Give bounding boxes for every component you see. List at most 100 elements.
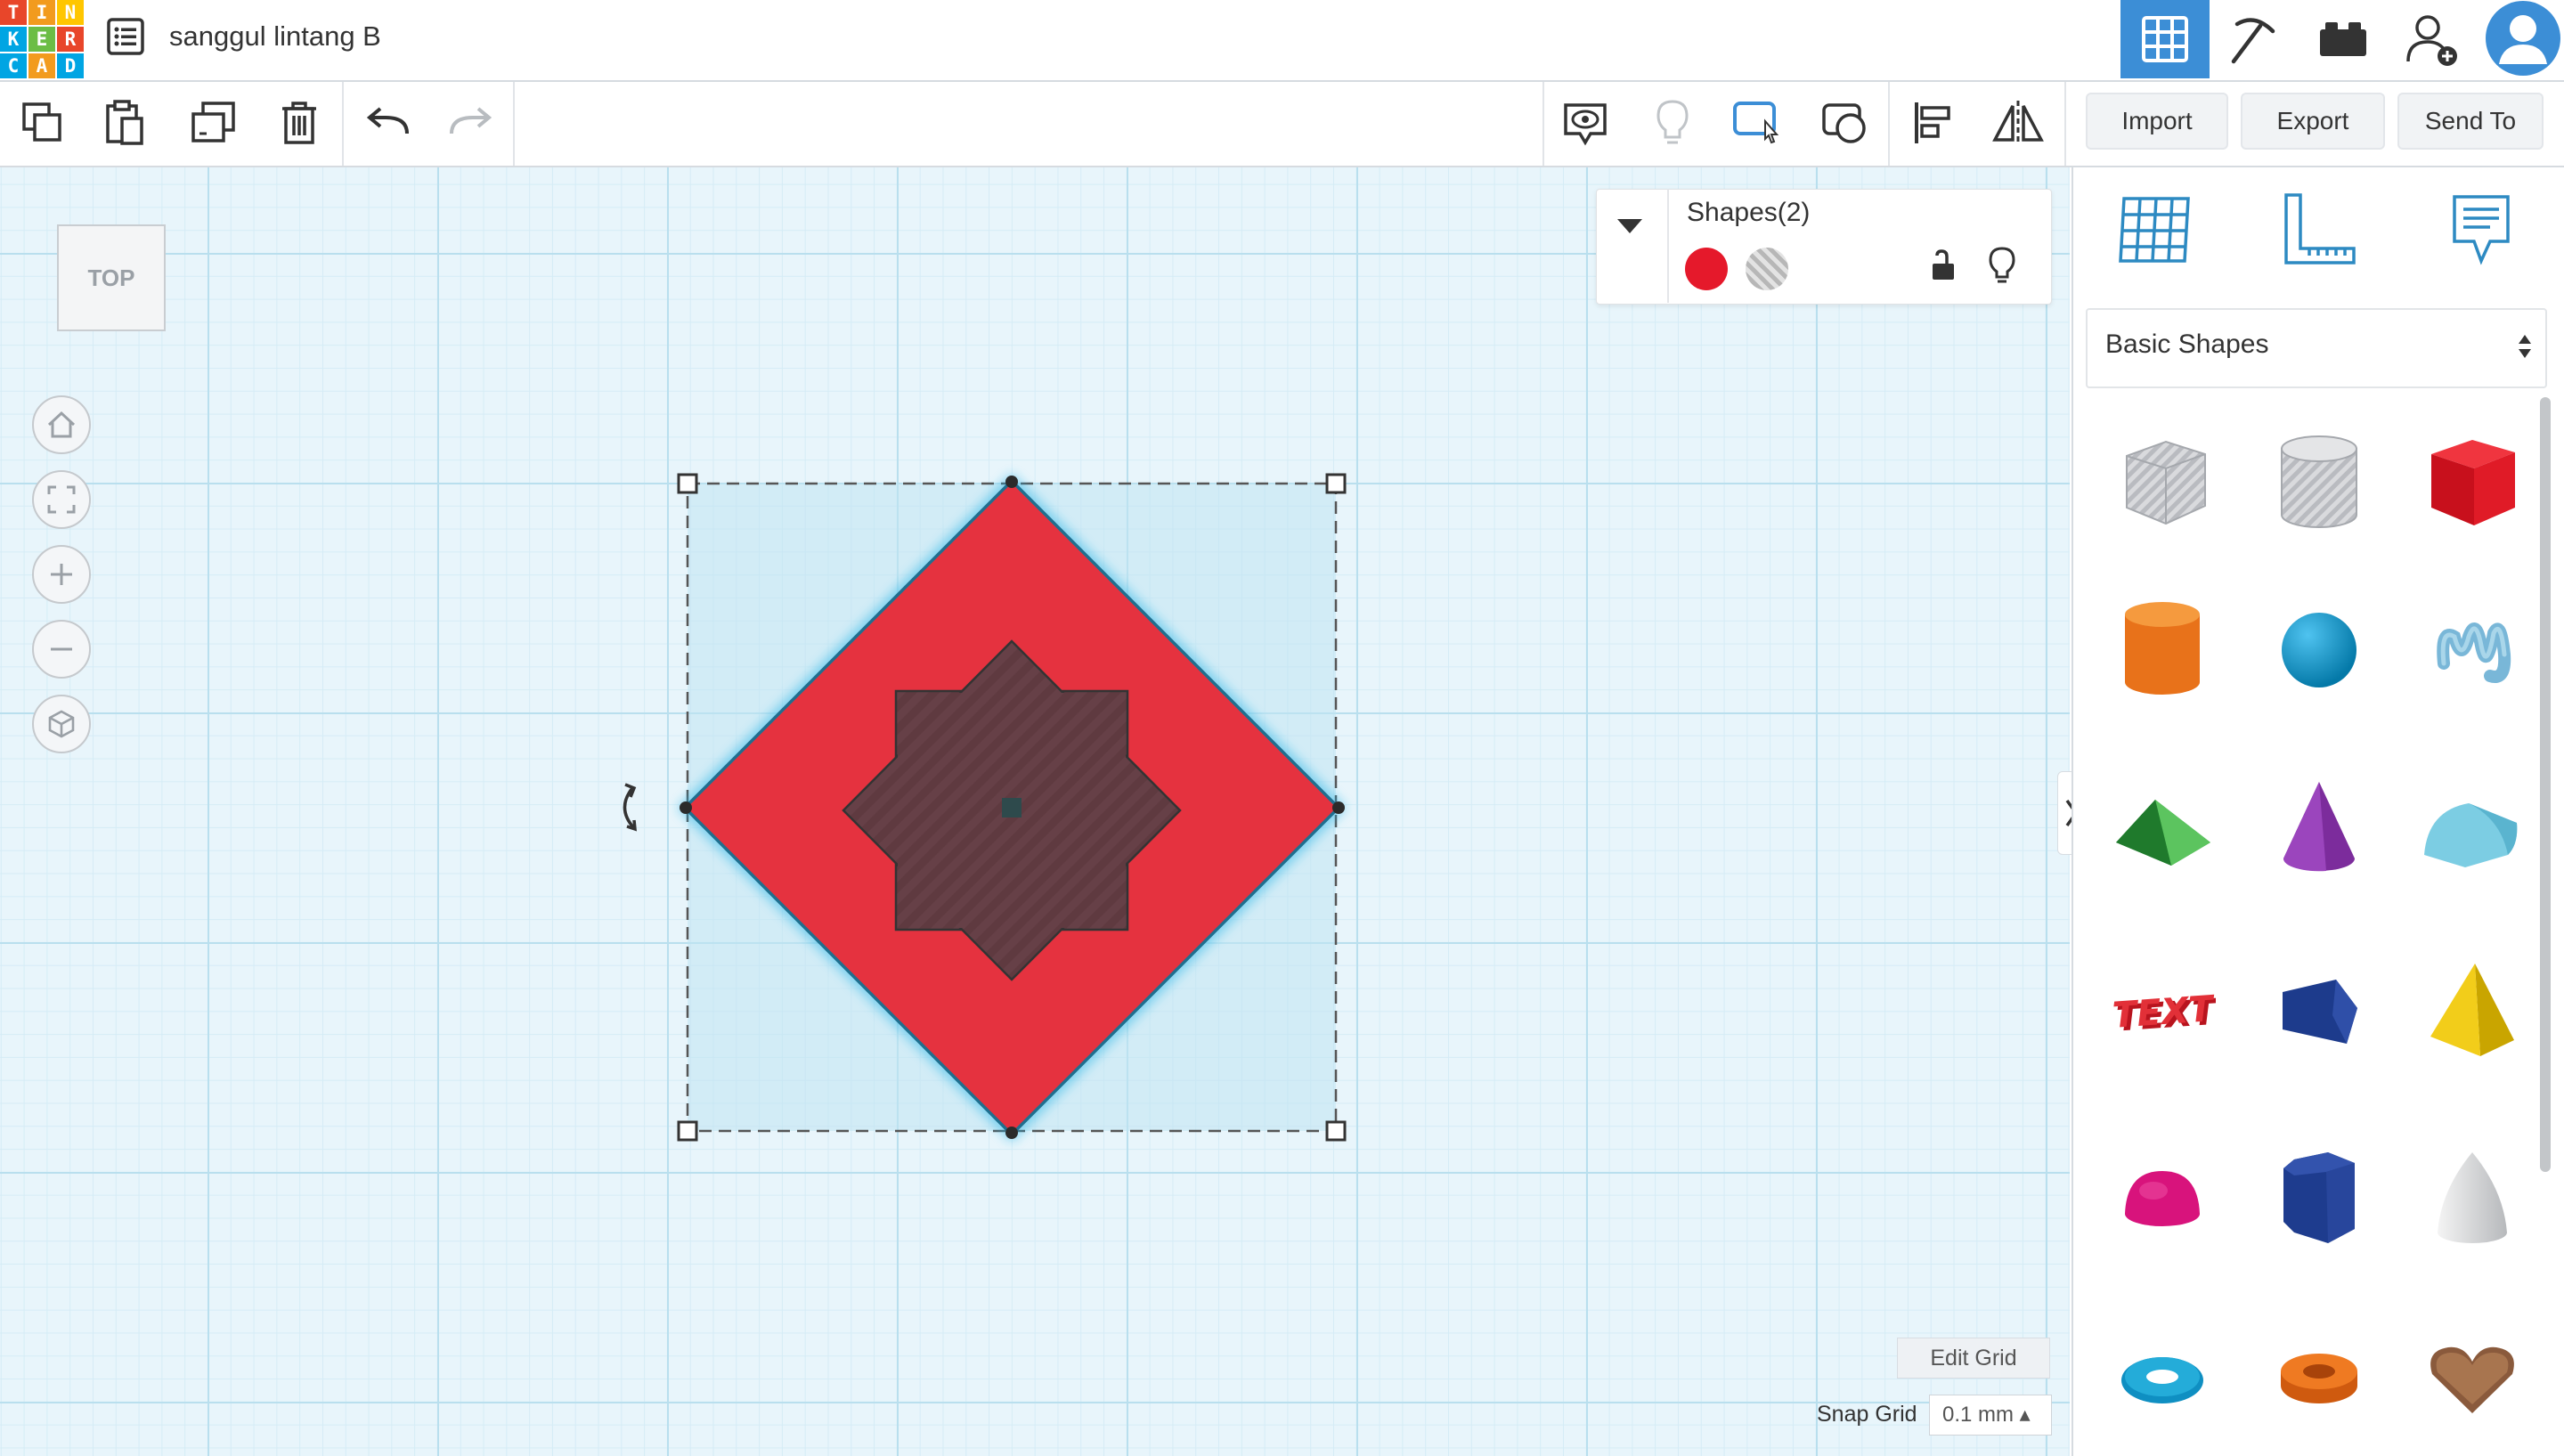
- half-sphere-shape[interactable]: [2100, 1136, 2225, 1261]
- logo-letter: T: [0, 0, 27, 25]
- perspective-button[interactable]: [32, 695, 91, 753]
- green-roof-icon: [2116, 800, 2210, 866]
- shape-category-label: Basic Shapes: [2105, 329, 2269, 359]
- ungroup-icon: [1822, 103, 1866, 143]
- send-to-button[interactable]: Send To: [2397, 93, 2544, 150]
- add-user-icon: [2406, 15, 2457, 66]
- invite-user-button[interactable]: [2388, 0, 2477, 78]
- blue-sphere-icon: [2282, 613, 2356, 687]
- snap-grid-select[interactable]: 0.1 mm ▴: [1929, 1395, 2052, 1436]
- ruler-icon: [2284, 193, 2356, 264]
- user-avatar[interactable]: [2481, 0, 2564, 77]
- round-roof-shape[interactable]: [2410, 766, 2535, 891]
- polygon-shape[interactable]: [2257, 949, 2381, 1074]
- undo-icon: [366, 107, 409, 134]
- 3d-design-view-button[interactable]: [2120, 0, 2210, 78]
- box-shape[interactable]: [2410, 420, 2535, 545]
- toolbar-separator: [2064, 82, 2066, 166]
- workplane-grid-icon: [2119, 197, 2190, 263]
- paste-icon: [106, 100, 143, 145]
- selected-shapes-canvas[interactable]: [606, 463, 1372, 1158]
- logo-letter: K: [0, 27, 27, 52]
- paraboloid-shape[interactable]: [2410, 1136, 2535, 1261]
- sidebar-scrollbar[interactable]: [2540, 397, 2551, 1172]
- logo-letter: E: [28, 27, 55, 52]
- view-cube[interactable]: TOP: [57, 224, 166, 331]
- cone-shape[interactable]: [2257, 766, 2381, 891]
- duplicate-button[interactable]: [173, 82, 255, 164]
- orange-cylinder-icon: [2125, 602, 2200, 695]
- unlock-icon: [1933, 249, 1954, 280]
- white-paraboloid-icon: [2438, 1152, 2507, 1243]
- plus-icon: [51, 564, 72, 585]
- blue-hexagon-icon: [2283, 1152, 2355, 1243]
- caret-down-icon: [1617, 219, 1642, 233]
- brown-heart-icon: [2430, 1346, 2514, 1413]
- toolbar-separator: [513, 82, 515, 166]
- purple-cone-icon: [2283, 782, 2355, 872]
- zoom-in-button[interactable]: [32, 545, 91, 604]
- copy-button[interactable]: [2, 82, 84, 164]
- cylinder-hole-shape[interactable]: [2257, 420, 2381, 545]
- pickaxe-icon: [2231, 18, 2275, 64]
- paste-button[interactable]: [84, 82, 166, 164]
- toolbar-separator: [342, 82, 344, 166]
- edit-grid-button[interactable]: Edit Grid: [1897, 1338, 2050, 1379]
- import-button[interactable]: Import: [2086, 93, 2228, 150]
- redo-button[interactable]: [429, 82, 511, 164]
- scribble-shape[interactable]: [2410, 588, 2535, 712]
- hole-swatch[interactable]: [1746, 248, 1788, 290]
- undo-button[interactable]: [347, 82, 429, 164]
- collapse-panel-button[interactable]: [1614, 212, 1646, 243]
- orange-tube-icon: [2281, 1354, 2357, 1403]
- design-list-icon[interactable]: [105, 16, 146, 57]
- yellow-pyramid-icon: [2430, 964, 2514, 1056]
- center-handle[interactable]: [1002, 798, 1022, 817]
- logo-letter: N: [57, 0, 84, 25]
- text-3d-icon: TEXT TEXT: [2112, 988, 2216, 1040]
- roof-shape[interactable]: [2100, 766, 2225, 891]
- show-all-button[interactable]: [1544, 82, 1626, 164]
- home-view-button[interactable]: [32, 395, 91, 454]
- workplane-tool-button[interactable]: [2102, 176, 2209, 283]
- sphere-shape[interactable]: [2257, 588, 2381, 712]
- shape-inspector-panel: [1596, 189, 2052, 305]
- ruler-tool-button[interactable]: [2266, 176, 2373, 283]
- tinkercad-logo[interactable]: TIN KER CAD: [0, 0, 84, 78]
- notes-tool-button[interactable]: [2428, 176, 2535, 283]
- heart-shape[interactable]: [2410, 1316, 2535, 1441]
- export-button[interactable]: Export: [2241, 93, 2385, 150]
- round-roof-icon: [2424, 803, 2518, 867]
- align-icon: [1915, 102, 1950, 143]
- cylinder-hole-icon: [2281, 435, 2357, 528]
- tube-shape[interactable]: [2257, 1316, 2381, 1441]
- hide-button[interactable]: [1632, 82, 1713, 164]
- hexagonal-prism-shape[interactable]: [2257, 1136, 2381, 1261]
- blue-torus-icon: [2121, 1357, 2203, 1403]
- delete-button[interactable]: [258, 82, 340, 164]
- text-shape[interactable]: TEXT TEXT: [2100, 949, 2225, 1074]
- lightbulb-icon: [1656, 100, 1689, 144]
- bricks-button[interactable]: [2299, 0, 2388, 78]
- group-button[interactable]: [1717, 82, 1799, 164]
- box-hole-shape[interactable]: [2100, 420, 2225, 545]
- home-icon: [47, 411, 76, 438]
- torus-shape[interactable]: [2100, 1316, 2225, 1441]
- rotate-handle[interactable]: [623, 783, 638, 832]
- lock-button[interactable]: [1929, 248, 1958, 288]
- red-box-icon: [2431, 440, 2515, 525]
- cylinder-shape[interactable]: [2100, 588, 2225, 712]
- visibility-button[interactable]: [1988, 246, 2016, 289]
- ungroup-button[interactable]: [1804, 82, 1886, 164]
- zoom-out-button[interactable]: [32, 620, 91, 679]
- mirror-button[interactable]: [1977, 82, 2059, 164]
- blocks-pickaxe-button[interactable]: [2210, 0, 2299, 78]
- shapes-count-title: Shapes(2): [1687, 198, 1811, 227]
- solid-color-swatch[interactable]: [1685, 248, 1728, 290]
- toolbar-separator: [1888, 82, 1890, 166]
- fit-view-button[interactable]: [32, 470, 91, 529]
- pyramid-shape[interactable]: [2410, 949, 2535, 1074]
- align-button[interactable]: [1892, 82, 1974, 164]
- project-title[interactable]: sanggul lintang B: [169, 16, 381, 57]
- logo-letter: D: [57, 53, 84, 78]
